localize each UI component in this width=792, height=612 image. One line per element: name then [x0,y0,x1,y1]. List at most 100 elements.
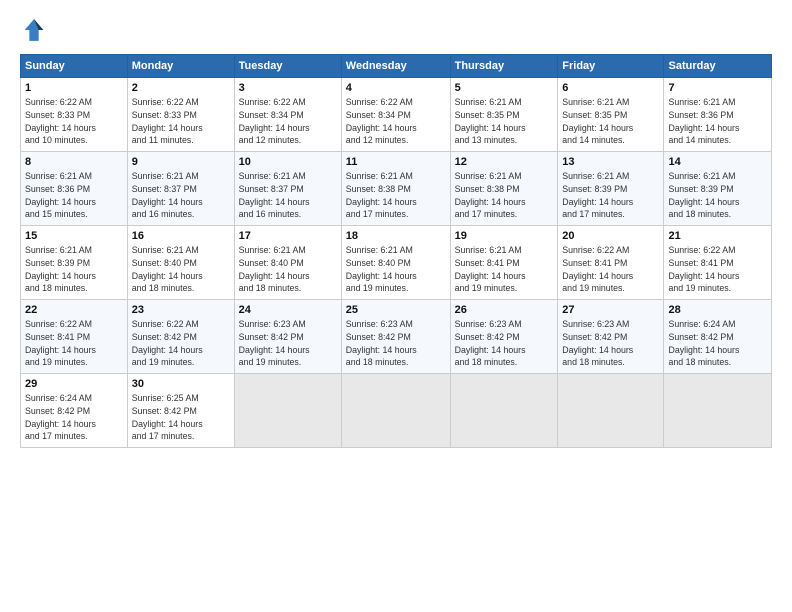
day-number: 7 [668,82,767,94]
calendar-cell: 20Sunrise: 6:22 AM Sunset: 8:41 PM Dayli… [558,226,664,300]
calendar-cell: 25 Sunrise: 6:23 AM Sunset: 8:42 PM Dayli… [341,300,450,374]
day-number: 11 [346,156,446,168]
weekday-header-thursday: Thursday [450,55,558,78]
day-info: Sunrise: 6:22 AM Sunset: 8:33 PM Dayligh… [25,96,123,147]
day-info: Sunrise: 6:22 AM Sunset: 8:33 PM Dayligh… [132,96,230,147]
calendar-cell: 11 Sunrise: 6:21 AM Sunset: 8:38 PM Dayli… [341,152,450,226]
calendar-cell [450,374,558,448]
calendar-cell: 22 Sunrise: 6:22 AM Sunset: 8:41 PM Dayli… [21,300,128,374]
day-number: 27 [562,304,659,316]
calendar-cell: 18 Sunrise: 6:21 AM Sunset: 8:40 PM Dayli… [341,226,450,300]
day-info: Sunrise: 6:22 AM Sunset: 8:41 PM Dayligh… [562,244,659,295]
day-number: 3 [239,82,337,94]
calendar-cell: 14 Sunrise: 6:21 AM Sunset: 8:39 PM Dayli… [664,152,772,226]
calendar-week-3: 15Sunrise: 6:21 AM Sunset: 8:39 PM Dayli… [21,226,772,300]
calendar-cell [341,374,450,448]
day-number: 24 [239,304,337,316]
day-number: 5 [455,82,554,94]
day-info: Sunrise: 6:21 AM Sunset: 8:35 PM Dayligh… [562,96,659,147]
weekday-header-monday: Monday [127,55,234,78]
calendar-cell: 1 Sunrise: 6:22 AM Sunset: 8:33 PM Daylig… [21,78,128,152]
day-info: Sunrise: 6:23 AM Sunset: 8:42 PM Dayligh… [239,318,337,369]
day-number: 28 [668,304,767,316]
day-info: Sunrise: 6:22 AM Sunset: 8:41 PM Dayligh… [25,318,123,369]
calendar-cell: 30Sunrise: 6:25 AM Sunset: 8:42 PM Dayli… [127,374,234,448]
day-info: Sunrise: 6:23 AM Sunset: 8:42 PM Dayligh… [346,318,446,369]
calendar-cell: 23 Sunrise: 6:22 AM Sunset: 8:42 PM Dayli… [127,300,234,374]
calendar-week-5: 29 Sunrise: 6:24 AM Sunset: 8:42 PM Dayli… [21,374,772,448]
calendar-cell: 27 Sunrise: 6:23 AM Sunset: 8:42 PM Dayli… [558,300,664,374]
day-number: 9 [132,156,230,168]
calendar-table: SundayMondayTuesdayWednesdayThursdayFrid… [20,54,772,448]
calendar-cell: 26 Sunrise: 6:23 AM Sunset: 8:42 PM Dayli… [450,300,558,374]
calendar-cell: 3 Sunrise: 6:22 AM Sunset: 8:34 PM Daylig… [234,78,341,152]
logo-icon [20,16,48,44]
calendar-header-row: SundayMondayTuesdayWednesdayThursdayFrid… [21,55,772,78]
day-info: Sunrise: 6:23 AM Sunset: 8:42 PM Dayligh… [455,318,554,369]
calendar-cell: 28 Sunrise: 6:24 AM Sunset: 8:42 PM Dayli… [664,300,772,374]
calendar-cell: 7 Sunrise: 6:21 AM Sunset: 8:36 PM Daylig… [664,78,772,152]
calendar-cell [558,374,664,448]
calendar-cell: 10 Sunrise: 6:21 AM Sunset: 8:37 PM Dayli… [234,152,341,226]
day-number: 8 [25,156,123,168]
day-number: 18 [346,230,446,242]
day-number: 17 [239,230,337,242]
day-info: Sunrise: 6:24 AM Sunset: 8:42 PM Dayligh… [25,392,123,443]
day-info: Sunrise: 6:21 AM Sunset: 8:36 PM Dayligh… [25,170,123,221]
calendar-body: 1 Sunrise: 6:22 AM Sunset: 8:33 PM Daylig… [21,78,772,448]
day-number: 22 [25,304,123,316]
day-number: 30 [132,378,230,390]
calendar-cell: 16Sunrise: 6:21 AM Sunset: 8:40 PM Dayli… [127,226,234,300]
day-info: Sunrise: 6:21 AM Sunset: 8:39 PM Dayligh… [668,170,767,221]
day-number: 1 [25,82,123,94]
calendar-cell: 17 Sunrise: 6:21 AM Sunset: 8:40 PM Dayli… [234,226,341,300]
calendar-week-2: 8 Sunrise: 6:21 AM Sunset: 8:36 PM Daylig… [21,152,772,226]
day-info: Sunrise: 6:23 AM Sunset: 8:42 PM Dayligh… [562,318,659,369]
day-info: Sunrise: 6:21 AM Sunset: 8:35 PM Dayligh… [455,96,554,147]
day-info: Sunrise: 6:21 AM Sunset: 8:39 PM Dayligh… [562,170,659,221]
calendar-cell: 15Sunrise: 6:21 AM Sunset: 8:39 PM Dayli… [21,226,128,300]
calendar-cell [234,374,341,448]
day-number: 4 [346,82,446,94]
day-info: Sunrise: 6:21 AM Sunset: 8:40 PM Dayligh… [132,244,230,295]
day-number: 13 [562,156,659,168]
weekday-header-friday: Friday [558,55,664,78]
calendar-cell: 4Sunrise: 6:22 AM Sunset: 8:34 PM Daylig… [341,78,450,152]
day-info: Sunrise: 6:21 AM Sunset: 8:40 PM Dayligh… [239,244,337,295]
day-number: 19 [455,230,554,242]
calendar-cell: 5 Sunrise: 6:21 AM Sunset: 8:35 PM Daylig… [450,78,558,152]
day-number: 29 [25,378,123,390]
day-number: 23 [132,304,230,316]
day-number: 21 [668,230,767,242]
day-info: Sunrise: 6:24 AM Sunset: 8:42 PM Dayligh… [668,318,767,369]
day-info: Sunrise: 6:21 AM Sunset: 8:38 PM Dayligh… [346,170,446,221]
weekday-header-tuesday: Tuesday [234,55,341,78]
day-number: 2 [132,82,230,94]
weekday-header-sunday: Sunday [21,55,128,78]
calendar-cell: 24 Sunrise: 6:23 AM Sunset: 8:42 PM Dayli… [234,300,341,374]
calendar-cell [664,374,772,448]
calendar-cell: 21Sunrise: 6:22 AM Sunset: 8:41 PM Dayli… [664,226,772,300]
calendar-cell: 12 Sunrise: 6:21 AM Sunset: 8:38 PM Dayli… [450,152,558,226]
calendar-week-4: 22 Sunrise: 6:22 AM Sunset: 8:41 PM Dayli… [21,300,772,374]
day-info: Sunrise: 6:21 AM Sunset: 8:41 PM Dayligh… [455,244,554,295]
calendar-cell: 13 Sunrise: 6:21 AM Sunset: 8:39 PM Dayli… [558,152,664,226]
day-info: Sunrise: 6:21 AM Sunset: 8:40 PM Dayligh… [346,244,446,295]
day-number: 14 [668,156,767,168]
calendar-cell: 19 Sunrise: 6:21 AM Sunset: 8:41 PM Dayli… [450,226,558,300]
day-info: Sunrise: 6:22 AM Sunset: 8:42 PM Dayligh… [132,318,230,369]
day-info: Sunrise: 6:21 AM Sunset: 8:38 PM Dayligh… [455,170,554,221]
day-number: 6 [562,82,659,94]
day-info: Sunrise: 6:21 AM Sunset: 8:37 PM Dayligh… [239,170,337,221]
day-number: 15 [25,230,123,242]
day-number: 25 [346,304,446,316]
logo [20,16,52,44]
calendar-cell: 9Sunrise: 6:21 AM Sunset: 8:37 PM Daylig… [127,152,234,226]
calendar-cell: 6 Sunrise: 6:21 AM Sunset: 8:35 PM Daylig… [558,78,664,152]
day-number: 12 [455,156,554,168]
day-number: 10 [239,156,337,168]
day-number: 26 [455,304,554,316]
day-info: Sunrise: 6:21 AM Sunset: 8:36 PM Dayligh… [668,96,767,147]
weekday-header-saturday: Saturday [664,55,772,78]
day-info: Sunrise: 6:22 AM Sunset: 8:34 PM Dayligh… [239,96,337,147]
